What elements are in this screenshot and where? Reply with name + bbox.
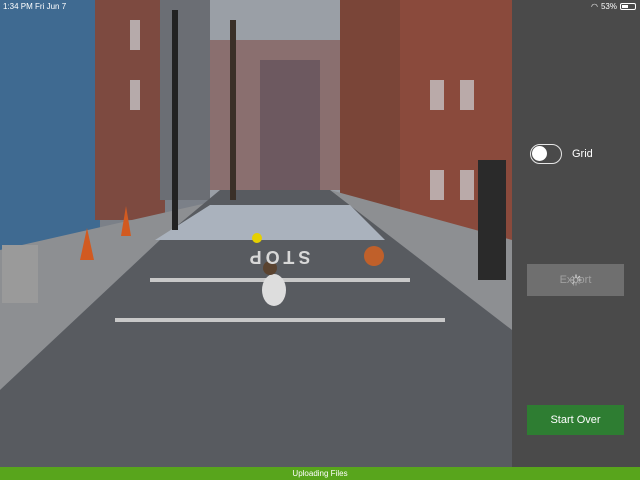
wifi-icon: ◠ [591,2,598,11]
status-time-date: 1:34 PM Fri Jun 7 [3,2,67,11]
battery-icon [620,3,636,10]
battery-fill [622,5,628,8]
ar-camera-view[interactable]: STOP [0,0,512,467]
grid-label: Grid [572,148,593,160]
status-right-group: ◠ 53% [591,2,636,11]
battery-percent: 53% [600,2,617,11]
status-bar: 1:34 PM Fri Jun 7 ◠ 53% [0,0,640,14]
control-panel [512,0,640,467]
upload-status-bar: Uploading Files [0,467,640,480]
grid-toggle[interactable] [530,144,562,164]
loading-spinner-icon [570,274,582,286]
upload-status-text: Uploading Files [292,469,348,478]
stop-road-marking: STOP [245,247,311,267]
toggle-knob [532,146,547,161]
start-over-button[interactable]: Start Over [527,405,624,435]
grid-toggle-row: Grid [530,144,593,164]
street-scene [0,0,512,467]
